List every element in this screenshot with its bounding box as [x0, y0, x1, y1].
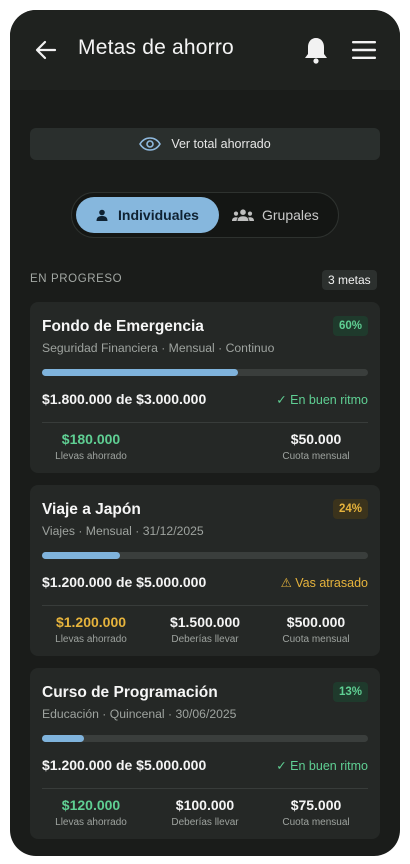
top-app-bar: Metas de ahorro	[10, 10, 400, 90]
show-total-saved-button[interactable]: Ver total ahorrado	[30, 128, 380, 160]
goal-subtitle: Viajes · Mensual · 31/12/2025	[42, 524, 204, 538]
goal-status: ✓ En buen ritmo	[276, 393, 368, 407]
stat-label: Llevas ahorrado	[55, 451, 127, 462]
stat-label: Llevas ahorrado	[55, 634, 127, 645]
goal-card[interactable]: Viaje a Japón Viajes · Mensual · 31/12/2…	[30, 485, 380, 656]
goal-type-segmented-control: Individuales Grupales	[71, 192, 339, 238]
stat-value: $75.000	[290, 797, 342, 813]
stat-value: $180.000	[61, 431, 121, 447]
goal-status: ⚠ Vas atrasado	[280, 576, 368, 590]
hamburger-menu-icon[interactable]	[352, 40, 376, 60]
arrow-left-icon[interactable]	[34, 38, 58, 62]
goal-subtitle: Educación · Quincenal · 30/06/2025	[42, 707, 237, 721]
goal-percent-badge: 24%	[332, 499, 368, 519]
stat-saved: $180.000 Llevas ahorrado	[36, 431, 146, 462]
goal-amounts: $1.200.000 de $5.000.000	[42, 574, 207, 590]
stat-saved: $1.200.000 Llevas ahorrado	[36, 614, 146, 645]
stat-label: Deberías llevar	[171, 817, 239, 828]
person-icon	[96, 209, 108, 221]
bell-icon[interactable]	[303, 36, 329, 64]
page-title: Metas de ahorro	[78, 36, 234, 59]
tab-grupales[interactable]: Grupales	[232, 197, 332, 233]
goal-amounts: $1.800.000 de $3.000.000	[42, 391, 207, 407]
stat-label: Llevas ahorrado	[55, 817, 127, 828]
card-divider	[42, 422, 368, 423]
goal-progress-bar	[42, 369, 368, 376]
stat-label: Cuota mensual	[282, 451, 350, 462]
goal-subtitle: Seguridad Financiera · Mensual · Continu…	[42, 341, 275, 355]
tab-grupales-label: Grupales	[262, 207, 319, 223]
goal-progress-bar	[42, 552, 368, 559]
stat-label: Cuota mensual	[282, 817, 350, 828]
goal-card[interactable]: Fondo de Emergencia Seguridad Financiera…	[30, 302, 380, 473]
tab-individuales-label: Individuales	[118, 207, 199, 223]
show-total-saved-label: Ver total ahorrado	[171, 137, 271, 151]
goal-progress-fill	[42, 369, 238, 376]
stat-should-have: $1.500.000 Deberías llevar	[150, 614, 260, 645]
stat-should-have: $100.000 Deberías llevar	[150, 797, 260, 828]
stat-monthly: $500.000 Cuota mensual	[261, 614, 371, 645]
group-icon	[232, 209, 254, 221]
stat-monthly: $75.000 Cuota mensual	[261, 797, 371, 828]
tab-individuales[interactable]: Individuales	[76, 197, 219, 233]
goal-progress-bar	[42, 735, 368, 742]
goal-title: Curso de Programación	[42, 684, 218, 701]
stat-monthly: $50.000 Cuota mensual	[261, 431, 371, 462]
goal-progress-fill	[42, 735, 85, 742]
stat-label: Cuota mensual	[282, 634, 350, 645]
goal-card[interactable]: Curso de Programación Educación · Quince…	[30, 668, 380, 839]
goal-title: Fondo de Emergencia	[42, 318, 204, 335]
stat-value: $1.200.000	[55, 614, 127, 630]
stat-value: $100.000	[175, 797, 235, 813]
phone-screen: Metas de ahorro Ver total ahorrado Indiv…	[10, 10, 400, 856]
stat-label: Deberías llevar	[171, 634, 239, 645]
eye-icon	[139, 137, 162, 151]
goal-title: Viaje a Japón	[42, 501, 141, 518]
stat-value: $500.000	[286, 614, 346, 630]
goal-status: ✓ En buen ritmo	[276, 759, 368, 773]
stat-value: $50.000	[290, 431, 342, 447]
section-label: EN PROGRESO	[30, 273, 123, 285]
card-divider	[42, 605, 368, 606]
goal-percent-badge: 13%	[332, 682, 368, 702]
goal-percent-badge: 60%	[332, 316, 368, 336]
goal-count-badge: 3 metas	[322, 270, 377, 290]
stat-saved: $120.000 Llevas ahorrado	[36, 797, 146, 828]
card-divider	[42, 788, 368, 789]
goal-progress-fill	[42, 552, 121, 559]
stat-value: $1.500.000	[169, 614, 241, 630]
goal-amounts: $1.200.000 de $5.000.000	[42, 757, 207, 773]
stat-value: $120.000	[61, 797, 121, 813]
